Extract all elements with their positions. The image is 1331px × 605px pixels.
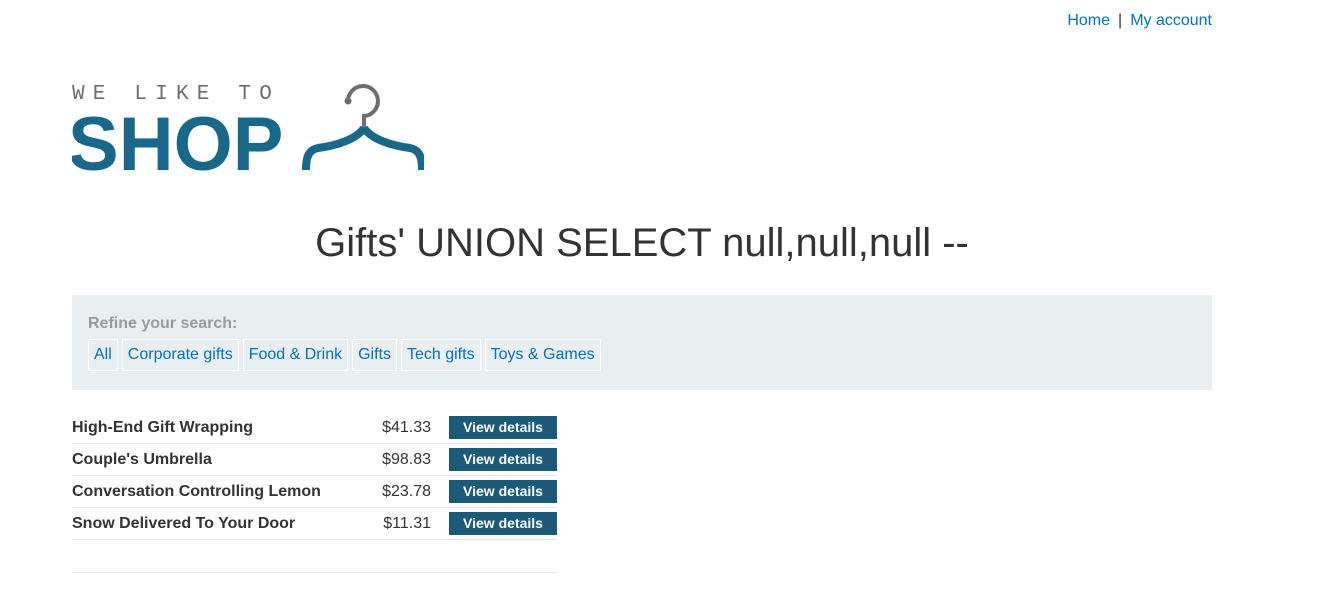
product-action-cell: View details	[449, 412, 557, 444]
home-link[interactable]: Home	[1067, 12, 1110, 29]
filter-all[interactable]: All	[88, 339, 118, 371]
logo-graphic: WE LIKE TO SHOP	[68, 83, 426, 187]
product-price: $23.78	[372, 475, 449, 508]
table-row: Snow Delivered To Your Door $11.31 View …	[72, 507, 557, 540]
logo-wordmark: SHOP	[72, 102, 283, 174]
site-logo[interactable]: WE LIKE TO SHOP	[68, 80, 426, 187]
product-name: Snow Delivered To Your Door	[72, 507, 372, 540]
bottom-divider	[72, 572, 557, 573]
my-account-link[interactable]: My account	[1130, 12, 1212, 29]
product-table: High-End Gift Wrapping $41.33 View detai…	[72, 412, 557, 540]
product-action-cell: View details	[449, 475, 557, 508]
filter-label: Refine your search:	[88, 315, 238, 332]
table-row: Couple's Umbrella $98.83 View details	[72, 443, 557, 476]
top-nav: Home | My account	[1067, 11, 1212, 31]
product-price: $11.31	[372, 507, 449, 540]
view-details-button[interactable]: View details	[449, 416, 557, 439]
view-details-button[interactable]: View details	[449, 512, 557, 535]
product-action-cell: View details	[449, 443, 557, 476]
page-title: Gifts' UNION SELECT null,null,null --	[315, 221, 969, 265]
view-details-button[interactable]: View details	[449, 480, 557, 503]
filter-corporate-gifts[interactable]: Corporate gifts	[121, 339, 239, 371]
filter-food-drink[interactable]: Food & Drink	[242, 339, 349, 371]
filter-panel: Refine your search: All Corporate gifts …	[72, 295, 1212, 390]
filter-toys-games[interactable]: Toys & Games	[484, 339, 601, 371]
product-name: High-End Gift Wrapping	[72, 412, 372, 444]
product-name: Couple's Umbrella	[72, 443, 372, 476]
table-row: High-End Gift Wrapping $41.33 View detai…	[72, 412, 557, 444]
coat-hanger-icon	[302, 84, 426, 171]
product-price: $98.83	[372, 443, 449, 476]
product-action-cell: View details	[449, 507, 557, 540]
filter-gifts[interactable]: Gifts	[352, 339, 397, 371]
product-name: Conversation Controlling Lemon	[72, 475, 372, 508]
nav-separator: |	[1118, 12, 1123, 29]
product-price: $41.33	[372, 412, 449, 444]
view-details-button[interactable]: View details	[449, 448, 557, 471]
filter-tech-gifts[interactable]: Tech gifts	[400, 339, 481, 371]
category-filter-list: All Corporate gifts Food & Drink Gifts T…	[88, 339, 601, 371]
table-row: Conversation Controlling Lemon $23.78 Vi…	[72, 475, 557, 508]
